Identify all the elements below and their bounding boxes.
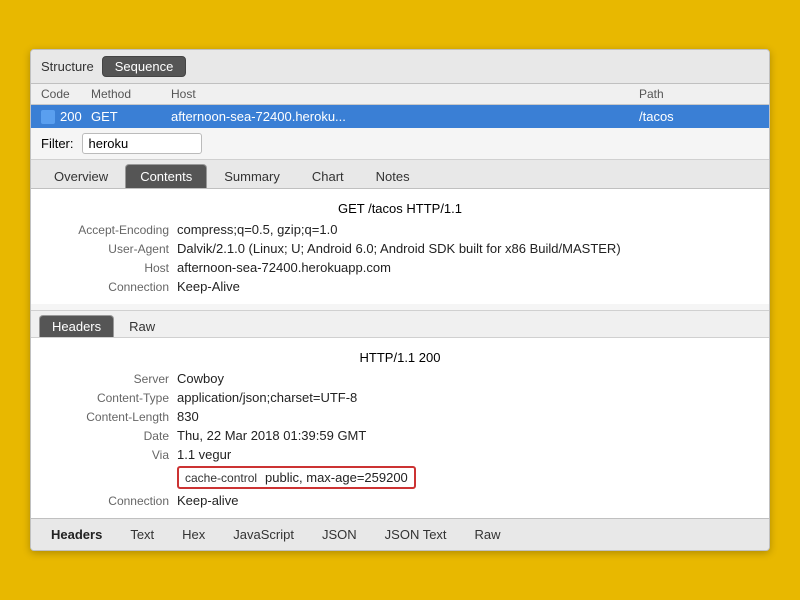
user-agent-label: User-Agent [47,242,177,256]
resp-connection-label: Connection [47,494,177,508]
bottom-tab-json[interactable]: JSON [310,524,369,545]
resp-connection-value: Keep-alive [177,493,753,508]
bottom-tab-javascript[interactable]: JavaScript [221,524,306,545]
main-tab-bar: Overview Contents Summary Chart Notes [31,160,769,189]
user-agent-row: User-Agent Dalvik/2.1.0 (Linux; U; Andro… [31,239,769,258]
response-content: HTTP/1.1 200 Server Cowboy Content-Type … [31,338,769,518]
cache-control-value: public, max-age=259200 [265,470,408,485]
request-content: GET /tacos HTTP/1.1 Accept-Encoding comp… [31,189,769,304]
table-header: Code Method Host Path [31,84,769,105]
method-cell: GET [91,109,171,124]
sub-tab-raw[interactable]: Raw [116,315,168,337]
tab-summary[interactable]: Summary [209,164,295,188]
via-row: Via 1.1 vegur [31,445,769,464]
bottom-tab-text[interactable]: Text [118,524,166,545]
response-line-row: HTTP/1.1 200 [31,346,769,369]
accept-encoding-label: Accept-Encoding [47,223,177,237]
date-value: Thu, 22 Mar 2018 01:39:59 GMT [177,428,753,443]
content-type-label: Content-Type [47,391,177,405]
request-line-row: GET /tacos HTTP/1.1 [31,197,769,220]
filter-input[interactable] [82,133,202,154]
col-path: Path [639,87,759,101]
sub-tab-bar: Headers Raw [31,310,769,338]
bottom-tab-json-text[interactable]: JSON Text [373,524,459,545]
sequence-button[interactable]: Sequence [102,56,187,77]
code-square-icon [41,110,55,124]
server-value: Cowboy [177,371,753,386]
accept-encoding-value: compress;q=0.5, gzip;q=1.0 [177,222,753,237]
bottom-tab-bar: Headers Text Hex JavaScript JSON JSON Te… [31,518,769,550]
host-row: Host afternoon-sea-72400.herokuapp.com [31,258,769,277]
request-line: GET /tacos HTTP/1.1 [338,201,462,216]
connection-row: Connection Keep-Alive [31,277,769,296]
connection-value: Keep-Alive [177,279,753,294]
content-type-value: application/json;charset=UTF-8 [177,390,753,405]
connection-label: Connection [47,280,177,294]
main-window: Structure Sequence Code Method Host Path… [30,49,770,551]
filter-label: Filter: [41,136,74,151]
content-type-row: Content-Type application/json;charset=UT… [31,388,769,407]
response-line: HTTP/1.1 200 [360,350,441,365]
col-code: Code [41,87,91,101]
table-row[interactable]: 200 GET afternoon-sea-72400.heroku... /t… [31,105,769,128]
via-value: 1.1 vegur [177,447,753,462]
path-cell: /tacos [639,109,759,124]
server-row: Server Cowboy [31,369,769,388]
bottom-tab-hex[interactable]: Hex [170,524,217,545]
tab-notes[interactable]: Notes [361,164,425,188]
server-label: Server [47,372,177,386]
host-value: afternoon-sea-72400.herokuapp.com [177,260,753,275]
host-cell: afternoon-sea-72400.heroku... [171,109,639,124]
user-agent-value: Dalvik/2.1.0 (Linux; U; Android 6.0; And… [177,241,753,256]
content-length-row: Content-Length 830 [31,407,769,426]
structure-label: Structure [41,59,94,74]
col-method: Method [91,87,171,101]
resp-connection-row: Connection Keep-alive [31,491,769,510]
toolbar: Structure Sequence [31,50,769,84]
filter-row: Filter: [31,128,769,160]
tab-overview[interactable]: Overview [39,164,123,188]
accept-encoding-row: Accept-Encoding compress;q=0.5, gzip;q=1… [31,220,769,239]
tab-contents[interactable]: Contents [125,164,207,188]
code-cell: 200 [41,109,91,124]
cache-control-key: cache-control [185,471,257,485]
date-row: Date Thu, 22 Mar 2018 01:39:59 GMT [31,426,769,445]
cache-control-highlight: cache-control public, max-age=259200 [177,466,416,489]
content-length-label: Content-Length [47,410,177,424]
bottom-tab-headers[interactable]: Headers [39,524,114,545]
date-label: Date [47,429,177,443]
bottom-tab-raw[interactable]: Raw [463,524,513,545]
content-length-value: 830 [177,409,753,424]
tab-chart[interactable]: Chart [297,164,359,188]
via-label: Via [47,448,177,462]
host-label: Host [47,261,177,275]
status-code: 200 [60,109,82,124]
col-host: Host [171,87,639,101]
cache-control-row: cache-control public, max-age=259200 [31,464,769,491]
sub-tab-headers[interactable]: Headers [39,315,114,337]
